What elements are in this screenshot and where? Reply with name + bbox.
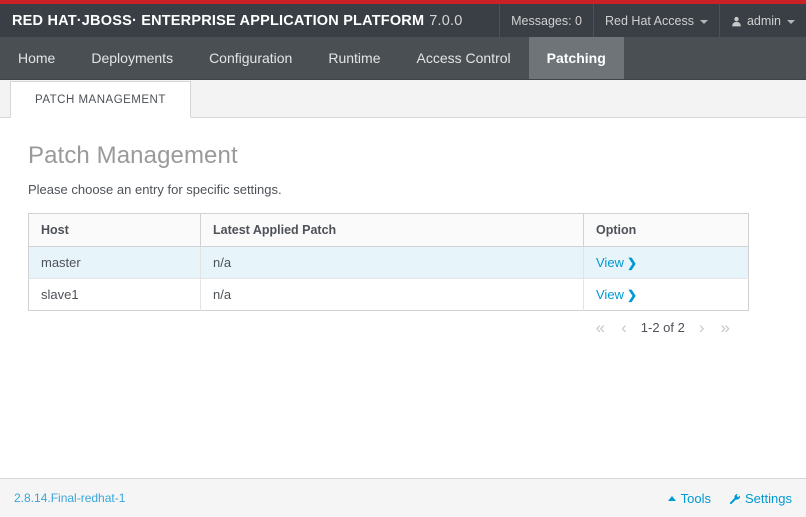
red-hat-access-menu[interactable]: Red Hat Access bbox=[593, 4, 719, 37]
brand-name: RED HAT·JBOSS· ENTERPRISE APPLICATION PL… bbox=[12, 12, 425, 29]
tab-patch-management[interactable]: PATCH MANAGEMENT bbox=[10, 81, 191, 118]
nav-item-patching[interactable]: Patching bbox=[528, 37, 624, 79]
cell-latest-applied-patch: n/a bbox=[200, 278, 584, 311]
main-content: Patch Management Please choose an entry … bbox=[0, 118, 806, 336]
column-header-latest-applied-patch[interactable]: Latest Applied Patch bbox=[200, 213, 584, 247]
nav-item-home[interactable]: Home bbox=[0, 37, 73, 79]
user-label: admin bbox=[746, 13, 781, 28]
table-row[interactable]: master n/a View ❯ bbox=[28, 246, 749, 279]
pagination: « ‹ 1-2 of 2 › » bbox=[28, 311, 748, 336]
footer: 2.8.14.Final-redhat-1 Tools Settings bbox=[0, 478, 806, 517]
version-link[interactable]: 2.8.14.Final-redhat-1 bbox=[14, 491, 125, 505]
caret-up-icon bbox=[667, 495, 676, 501]
user-icon bbox=[731, 16, 742, 27]
user-menu[interactable]: admin bbox=[718, 4, 806, 37]
tools-label: Tools bbox=[680, 490, 712, 506]
product-logo: RED HAT·JBOSS· ENTERPRISE APPLICATION PL… bbox=[12, 13, 463, 29]
column-header-option[interactable]: Option bbox=[583, 213, 749, 247]
table-header: Host Latest Applied Patch Option bbox=[28, 213, 749, 247]
chevron-right-icon: ❯ bbox=[626, 256, 638, 270]
wrench-icon bbox=[729, 493, 741, 505]
red-hat-access-label: Red Hat Access bbox=[605, 13, 694, 28]
chevron-right-icon: ❯ bbox=[626, 288, 638, 302]
pagination-next-button[interactable]: › bbox=[691, 319, 713, 336]
pagination-prev-button[interactable]: ‹ bbox=[613, 319, 635, 336]
column-header-host[interactable]: Host bbox=[28, 213, 201, 247]
nav-item-deployments[interactable]: Deployments bbox=[73, 37, 191, 79]
nav-item-access-control[interactable]: Access Control bbox=[398, 37, 528, 79]
cell-host: slave1 bbox=[28, 278, 201, 311]
view-link[interactable]: View ❯ bbox=[596, 287, 637, 302]
primary-navigation: Home Deployments Configuration Runtime A… bbox=[0, 37, 806, 80]
tools-button[interactable]: Tools bbox=[667, 490, 712, 506]
pagination-range-label: 1-2 of 2 bbox=[640, 320, 685, 335]
messages-indicator[interactable]: Messages: 0 bbox=[499, 4, 593, 37]
nav-item-runtime[interactable]: Runtime bbox=[310, 37, 398, 79]
cell-option: View ❯ bbox=[583, 246, 749, 279]
patch-table: Host Latest Applied Patch Option master … bbox=[28, 213, 749, 311]
chevron-down-icon bbox=[787, 19, 795, 24]
page-title: Patch Management bbox=[28, 142, 238, 169]
table-body: master n/a View ❯ slave1 n/a View ❯ bbox=[28, 246, 749, 311]
chevron-down-icon bbox=[699, 19, 708, 24]
messages-label: Messages: 0 bbox=[511, 13, 583, 28]
page-description: Please choose an entry for specific sett… bbox=[28, 182, 282, 197]
view-link[interactable]: View ❯ bbox=[596, 255, 637, 270]
nav-item-configuration[interactable]: Configuration bbox=[191, 37, 310, 79]
view-link-label: View bbox=[596, 287, 624, 302]
footer-actions: Tools Settings bbox=[667, 490, 792, 506]
table-header-row: Host Latest Applied Patch Option bbox=[28, 213, 749, 247]
cell-latest-applied-patch: n/a bbox=[200, 246, 584, 279]
masthead-utility-nav: Messages: 0 Red Hat Access admin bbox=[499, 4, 806, 37]
pagination-first-button[interactable]: « bbox=[588, 319, 613, 336]
table-row[interactable]: slave1 n/a View ❯ bbox=[28, 278, 749, 311]
cell-option: View ❯ bbox=[584, 279, 749, 311]
settings-button[interactable]: Settings bbox=[729, 491, 792, 506]
view-link-label: View bbox=[596, 255, 624, 270]
settings-label: Settings bbox=[745, 490, 792, 506]
masthead: RED HAT·JBOSS· ENTERPRISE APPLICATION PL… bbox=[0, 4, 806, 37]
cell-host: master bbox=[28, 246, 201, 279]
subtab-strip: PATCH MANAGEMENT bbox=[0, 80, 806, 118]
pagination-last-button[interactable]: » bbox=[713, 319, 738, 336]
brand-version: 7.0.0 bbox=[429, 12, 463, 29]
